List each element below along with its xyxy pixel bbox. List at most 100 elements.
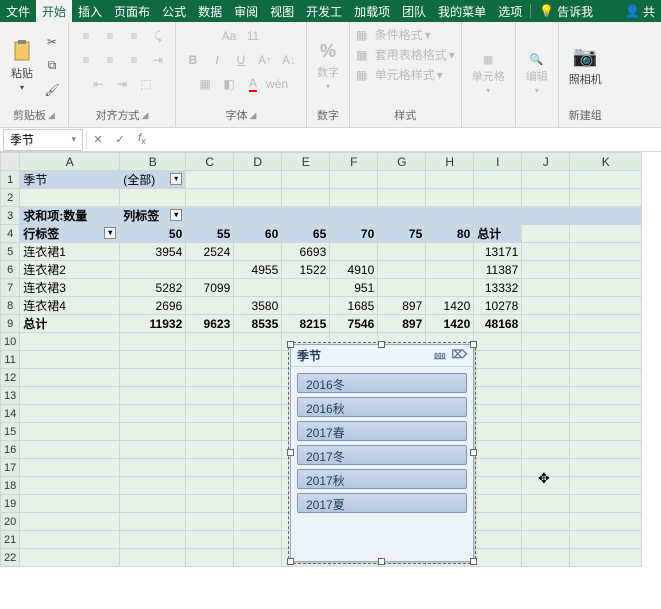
cell[interactable]: 4910 [330, 261, 378, 279]
row-header-18[interactable]: 18 [1, 477, 20, 495]
cell[interactable] [20, 369, 120, 387]
editing-button[interactable]: 🔍 编辑 ▾ [522, 51, 552, 97]
tab-options[interactable]: 选项 [492, 0, 528, 22]
cell[interactable] [474, 423, 522, 441]
cell[interactable] [20, 333, 120, 351]
col-header-J[interactable]: J [522, 153, 570, 171]
cell[interactable] [474, 171, 522, 189]
slicer-season[interactable]: 季节 ⅏ ⌦ 2016冬2016秋2017春2017冬2017秋2017夏 [290, 344, 474, 562]
cell[interactable]: 季节 [20, 171, 120, 189]
cell[interactable] [522, 225, 570, 243]
tab-team[interactable]: 团队 [396, 0, 432, 22]
cell[interactable]: 13332 [474, 279, 522, 297]
dropdown-icon[interactable]: ▾ [170, 209, 182, 221]
tab-developer[interactable]: 开发工 [300, 0, 348, 22]
cell[interactable] [234, 279, 282, 297]
dialog-launcher-icon[interactable]: ◢ [48, 110, 55, 121]
dialog-launcher-icon[interactable]: ◢ [142, 110, 149, 121]
cell[interactable] [474, 531, 522, 549]
cell[interactable] [282, 279, 330, 297]
cell[interactable] [378, 243, 426, 261]
col-header-C[interactable]: C [186, 153, 234, 171]
font-color-button[interactable]: A [242, 74, 264, 94]
cell[interactable] [570, 279, 642, 297]
paste-button[interactable]: 粘贴 ▾ [6, 37, 38, 94]
cell[interactable] [234, 207, 282, 225]
cell[interactable] [522, 531, 570, 549]
row-header-10[interactable]: 10 [1, 333, 20, 351]
cell[interactable] [234, 441, 282, 459]
cell[interactable] [522, 279, 570, 297]
cell[interactable] [186, 423, 234, 441]
slicer-item[interactable]: 2017夏 [297, 493, 467, 513]
cell[interactable] [474, 495, 522, 513]
enter-button[interactable]: ✓ [109, 133, 131, 146]
cell[interactable] [522, 369, 570, 387]
row-header-20[interactable]: 20 [1, 513, 20, 531]
cell[interactable] [474, 513, 522, 531]
row-header-6[interactable]: 6 [1, 261, 20, 279]
cell[interactable] [474, 549, 522, 567]
cell[interactable]: 连衣裙1 [20, 243, 120, 261]
slicer-item[interactable]: 2016秋 [297, 397, 467, 417]
cell[interactable] [330, 207, 378, 225]
cell[interactable] [234, 477, 282, 495]
grow-font-button[interactable]: A↑ [254, 50, 276, 70]
row-header-8[interactable]: 8 [1, 297, 20, 315]
tab-mymenu[interactable]: 我的菜单 [432, 0, 492, 22]
cell[interactable] [522, 189, 570, 207]
decrease-indent-button[interactable]: ⇤ [87, 74, 109, 94]
cell[interactable] [330, 171, 378, 189]
cell[interactable] [120, 441, 186, 459]
underline-button[interactable]: U [230, 50, 252, 70]
cell[interactable] [186, 261, 234, 279]
cell[interactable] [282, 189, 330, 207]
cell[interactable] [186, 531, 234, 549]
cell[interactable]: 4955 [234, 261, 282, 279]
tab-addins[interactable]: 加载项 [348, 0, 396, 22]
cell[interactable]: 897 [378, 315, 426, 333]
row-header-21[interactable]: 21 [1, 531, 20, 549]
cell[interactable] [426, 261, 474, 279]
fill-color-button[interactable]: ◧ [218, 74, 240, 94]
cell[interactable] [234, 423, 282, 441]
cell[interactable] [570, 189, 642, 207]
cell[interactable]: 60 [234, 225, 282, 243]
cell[interactable] [20, 513, 120, 531]
row-header-3[interactable]: 3 [1, 207, 20, 225]
cell[interactable]: 80 [426, 225, 474, 243]
cell[interactable] [120, 333, 186, 351]
worksheet-grid[interactable]: ABCDEFGHIJK1季节(全部)▾23求和项:数量列标签▾4行标签▾5055… [0, 152, 661, 609]
cell[interactable] [120, 405, 186, 423]
cell[interactable]: 1420 [426, 315, 474, 333]
cell[interactable] [474, 441, 522, 459]
cell[interactable] [20, 189, 120, 207]
resize-handle[interactable] [470, 341, 477, 348]
tell-me[interactable]: 💡 告诉我 [533, 0, 599, 22]
share-button[interactable]: 👤 共 [619, 0, 661, 22]
cell[interactable] [186, 477, 234, 495]
col-header-A[interactable]: A [20, 153, 120, 171]
cell[interactable] [378, 171, 426, 189]
cell[interactable] [186, 207, 234, 225]
cell[interactable] [426, 279, 474, 297]
tab-formulas[interactable]: 公式 [156, 0, 192, 22]
cell[interactable] [474, 333, 522, 351]
cell[interactable] [186, 513, 234, 531]
fx-button[interactable]: fx [131, 132, 153, 146]
multiselect-icon[interactable]: ⅏ [434, 348, 445, 363]
cell[interactable] [120, 477, 186, 495]
resize-handle[interactable] [287, 341, 294, 348]
slicer-item[interactable]: 2017春 [297, 421, 467, 441]
cell[interactable] [570, 333, 642, 351]
cell[interactable]: 连衣裙3 [20, 279, 120, 297]
cell[interactable] [120, 513, 186, 531]
cell[interactable]: 1420 [426, 297, 474, 315]
tab-page-layout[interactable]: 页面布 [108, 0, 156, 22]
shrink-font-button[interactable]: A↓ [278, 50, 300, 70]
table-format-button[interactable]: ▦ 套用表格格式 ▾ [356, 46, 455, 63]
merge-button[interactable]: ⬚ [135, 74, 157, 94]
cell[interactable] [120, 369, 186, 387]
cell[interactable] [426, 171, 474, 189]
cell[interactable] [330, 189, 378, 207]
